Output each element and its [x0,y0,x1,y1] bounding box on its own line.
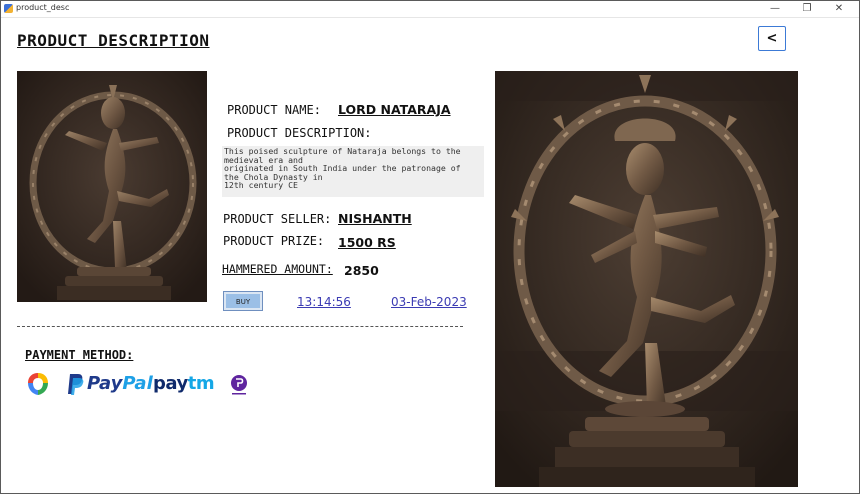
google-pay-icon[interactable] [25,371,51,397]
product-prize-label: PRODUCT PRIZE: [223,234,325,248]
phonepe-icon[interactable] [229,374,249,396]
app-icon [4,4,13,13]
back-button[interactable]: < [758,26,786,51]
maximize-button[interactable]: ❐ [793,1,821,17]
product-large-image [495,71,798,487]
payment-method-title: PAYMENT METHOD: [25,348,134,362]
paypal-wordmark: PayPal [87,373,153,394]
product-thumbnail-image [17,71,207,302]
hammered-amount-value: 2850 [344,263,379,278]
product-description-label: PRODUCT DESCRIPTION: [227,126,372,140]
app-window: product_desc — ❐ ✕ PRODUCT DESCRIPTION < [0,0,860,494]
product-seller-label: PRODUCT SELLER: [223,212,332,226]
product-name-value: LORD NATARAJA [338,102,451,117]
section-divider [17,326,463,327]
product-prize-value: 1500 RS [338,235,396,250]
window-title: product_desc [16,3,70,12]
buy-button[interactable]: BUY [223,291,263,311]
time-link[interactable]: 13:14:56 [297,295,351,309]
minimize-button[interactable]: — [761,1,789,17]
page-title: PRODUCT DESCRIPTION [17,31,210,50]
product-seller-value: NISHANTH [338,211,412,226]
paytm-icon[interactable]: paytm [153,373,215,394]
nataraja-sculpture-large [495,71,798,487]
nataraja-sculpture-thumbnail [17,71,207,302]
product-name-label: PRODUCT NAME: [227,103,321,117]
date-link[interactable]: 03-Feb-2023 [391,295,467,309]
paypal-icon[interactable] [67,372,85,396]
title-bar: product_desc — ❐ ✕ [1,1,859,18]
hammered-amount-label: HAMMERED AMOUNT: [222,262,333,276]
close-button[interactable]: ✕ [825,1,853,17]
product-description-text: This poised sculpture of Nataraja belong… [222,146,484,197]
